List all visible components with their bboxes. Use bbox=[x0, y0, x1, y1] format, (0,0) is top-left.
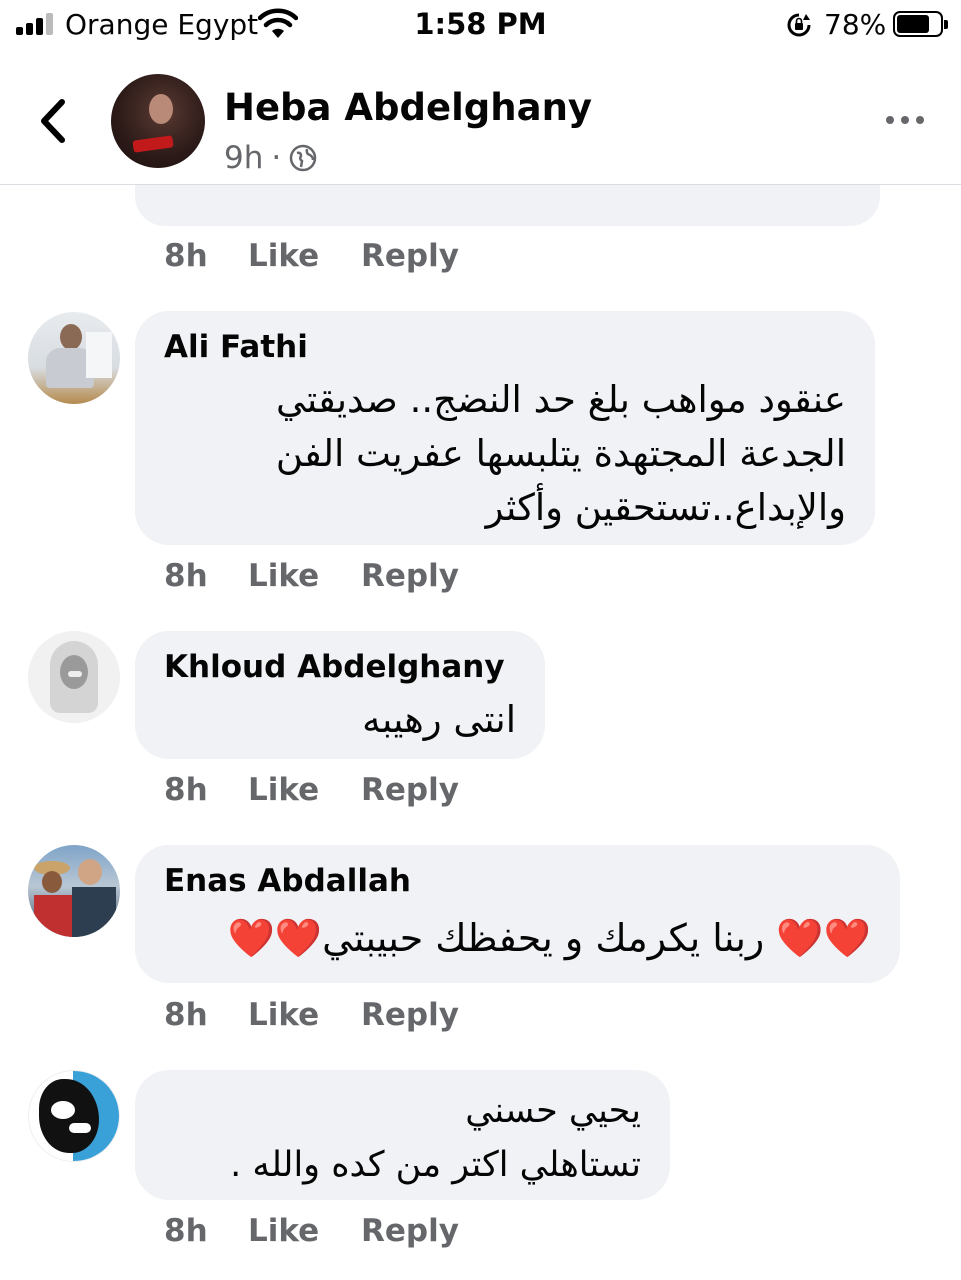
comment-actions: 8h Like Reply bbox=[164, 238, 459, 274]
chevron-left-icon[interactable] bbox=[36, 96, 72, 146]
post-time: 9h bbox=[224, 140, 264, 176]
avatar[interactable] bbox=[111, 74, 205, 168]
comment-time: 8h bbox=[164, 997, 208, 1033]
comment-time: 8h bbox=[164, 1213, 208, 1249]
comment-actions: 8h Like Reply bbox=[164, 1213, 459, 1249]
comment-author[interactable]: Enas Abdallah bbox=[164, 863, 411, 899]
comment-text: ❤️❤️ ربنا يكرمك و يحفظك حبيبتي❤️❤️ bbox=[227, 916, 871, 960]
battery-level-fill bbox=[897, 15, 929, 33]
reply-button[interactable]: Reply bbox=[361, 997, 459, 1033]
like-button[interactable]: Like bbox=[248, 238, 361, 274]
post-header: Heba Abdelghany 9h · bbox=[0, 52, 961, 184]
like-button[interactable]: Like bbox=[248, 558, 361, 594]
comment-text: عنقود مواهب بلغ حد النضج.. صديقتي الجدعة… bbox=[275, 378, 846, 529]
comment-text: انتى رهيبه bbox=[362, 698, 516, 741]
comment-bubble[interactable]: Ali Fathi عنقود مواهب بلغ حد النضج.. صدي… bbox=[135, 311, 875, 545]
reply-button[interactable]: Reply bbox=[361, 1213, 459, 1249]
post-author-name[interactable]: Heba Abdelghany bbox=[224, 86, 592, 129]
post-meta: 9h · bbox=[224, 140, 317, 176]
like-button[interactable]: Like bbox=[248, 997, 361, 1033]
comment-time: 8h bbox=[164, 772, 208, 808]
comment-actions: 8h Like Reply bbox=[164, 558, 459, 594]
avatar[interactable] bbox=[28, 1070, 120, 1162]
comment-actions: 8h Like Reply bbox=[164, 772, 459, 808]
globe-icon bbox=[289, 144, 317, 172]
comment-bubble[interactable]: Enas Abdallah ❤️❤️ ربنا يكرمك و يحفظك حب… bbox=[135, 845, 900, 983]
clock: 1:58 PM bbox=[414, 7, 547, 41]
like-button[interactable]: Like bbox=[248, 772, 361, 808]
reply-button[interactable]: Reply bbox=[361, 238, 459, 274]
comment-time: 8h bbox=[164, 558, 208, 594]
comment-author[interactable]: Ali Fathi bbox=[164, 329, 308, 365]
comment-author[interactable]: Khloud Abdelghany bbox=[164, 649, 505, 685]
reply-button[interactable]: Reply bbox=[361, 772, 459, 808]
comment-actions: 8h Like Reply bbox=[164, 997, 459, 1033]
more-dots-icon[interactable] bbox=[886, 112, 926, 128]
battery-icon bbox=[893, 11, 948, 37]
comment-bubble[interactable]: Khloud Abdelghany انتى رهيبه bbox=[135, 631, 545, 759]
avatar[interactable] bbox=[28, 312, 120, 404]
comment-time: 8h bbox=[164, 238, 208, 274]
comment-text: يحيي حسني تستاهلي اكتر من كده والله . bbox=[230, 1091, 641, 1185]
avatar[interactable] bbox=[28, 845, 120, 937]
battery-percent: 78% bbox=[824, 8, 887, 41]
status-bar: Orange Egypt 1:58 PM 78% bbox=[0, 0, 961, 52]
reply-button[interactable]: Reply bbox=[361, 558, 459, 594]
header-divider bbox=[0, 184, 961, 185]
orientation-lock-icon bbox=[787, 13, 811, 37]
like-button[interactable]: Like bbox=[248, 1213, 361, 1249]
meta-separator: · bbox=[271, 140, 282, 176]
avatar[interactable] bbox=[28, 631, 120, 723]
comment-bubble[interactable]: يحيي حسني تستاهلي اكتر من كده والله . bbox=[135, 1070, 670, 1200]
